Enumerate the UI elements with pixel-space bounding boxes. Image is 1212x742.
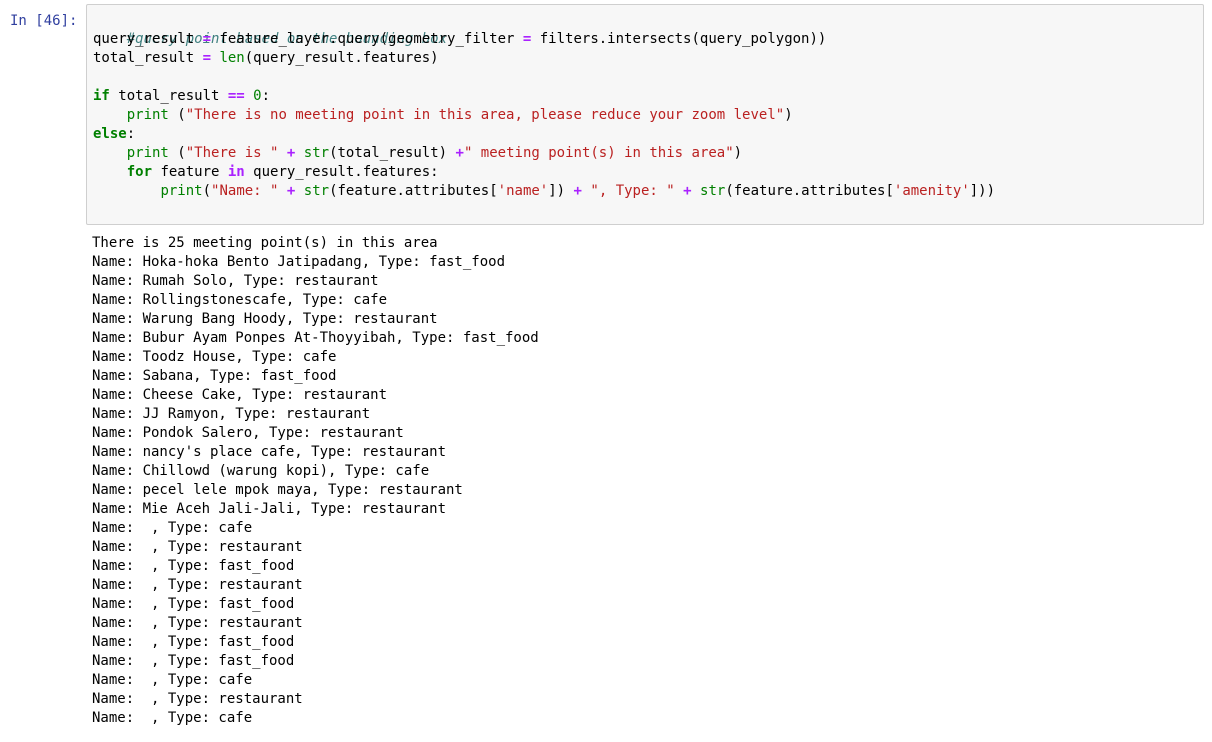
code-line-6: print ("There is no meeting point in thi…: [93, 106, 1203, 125]
output-line: Name: Bubur Ayam Ponpes At-Thoyyibah, Ty…: [92, 330, 539, 346]
output-line: Name: Hoka-hoka Bento Jatipadang, Type: …: [92, 254, 506, 270]
output-line: Name: , Type: fast_food: [92, 596, 295, 612]
output-line: Name: , Type: restaurant: [92, 577, 303, 593]
output-line: Name: , Type: restaurant: [92, 615, 303, 631]
code-token: (query_result.features): [244, 50, 439, 66]
code-line-4-blank: [93, 68, 1203, 87]
output-line: Name: , Type: restaurant: [92, 691, 303, 707]
output-line: Name: Toodz House, Type: cafe: [92, 349, 337, 365]
code-string: ", Type: ": [590, 183, 675, 199]
code-line-8: print ("There is " + str(total_result) +…: [93, 144, 1203, 163]
output-line: Name: Warung Bang Hoody, Type: restauran…: [92, 311, 438, 327]
code-line-5: if total_result == 0:: [93, 87, 1203, 106]
code-line-1: #query point based on the bounding box: [93, 11, 1203, 47]
code-token: (feature.attributes[: [329, 183, 498, 199]
output-line: Name: Sabana, Type: fast_food: [92, 368, 337, 384]
output-line: Name: Rumah Solo, Type: restaurant: [92, 273, 379, 289]
output-line: Name: , Type: cafe: [92, 520, 253, 536]
code-token: query_result: [93, 31, 195, 47]
code-string: 'name': [497, 183, 549, 199]
code-line-3: total_result = len(query_result.features…: [93, 49, 1203, 68]
code-operator: +: [573, 183, 582, 199]
code-string: 'amenity': [893, 183, 970, 199]
code-token: feature_layer.query(geometry_filter: [219, 31, 523, 47]
code-string: "Name: ": [211, 183, 279, 199]
code-token: (total_result): [329, 145, 456, 161]
code-token: ): [733, 145, 743, 161]
code-operator: in: [227, 164, 245, 180]
code-builtin: print: [126, 107, 169, 123]
code-token: (: [168, 107, 186, 123]
input-prompt: In [46]:: [10, 13, 78, 29]
code-builtin: str: [303, 145, 330, 161]
output-line: Name: Pondok Salero, Type: restaurant: [92, 425, 404, 441]
code-builtin: print: [126, 145, 169, 161]
code-line-2: query_result = feature_layer.query(geome…: [93, 30, 1203, 49]
code-token: ): [784, 107, 793, 123]
code-token: filters.intersects(query_polygon)): [531, 31, 827, 47]
code-token: query_result.features:: [244, 164, 439, 180]
code-builtin: str: [303, 183, 330, 199]
code-builtin: str: [700, 183, 726, 199]
output-line: Name: Chillowd (warung kopi), Type: cafe: [92, 463, 430, 479]
output-line: Name: Cheese Cake, Type: restaurant: [92, 387, 388, 403]
code-token: total_result: [109, 88, 228, 104]
code-keyword: else: [93, 126, 127, 142]
output-line: There is 25 meeting point(s) in this are…: [92, 235, 438, 251]
code-line-9: for feature in query_result.features:: [93, 163, 1203, 182]
code-line-7: else:: [93, 125, 1203, 144]
code-keyword: for: [126, 164, 153, 180]
output-line: Name: , Type: fast_food: [92, 558, 295, 574]
code-builtin: len: [219, 50, 245, 66]
code-operator: =: [202, 50, 212, 66]
output-line: Name: , Type: cafe: [92, 710, 253, 726]
code-string: "There is no meeting point in this area,…: [185, 107, 785, 123]
code-token: :: [126, 126, 136, 142]
code-token: (feature.attributes[: [725, 183, 894, 199]
output-line: Name: JJ Ramyon, Type: restaurant: [92, 406, 371, 422]
code-token: feature: [152, 164, 228, 180]
code-line-10: print("Name: " + str(feature.attributes[…: [93, 182, 1203, 201]
code-builtin: print: [160, 183, 203, 199]
code-token: ])): [969, 183, 996, 199]
code-operator: +: [683, 183, 692, 199]
code-operator: ==: [227, 88, 245, 104]
output-line: Name: , Type: cafe: [92, 672, 253, 688]
code-operator: =: [194, 31, 220, 47]
output-line: Name: Mie Aceh Jali-Jali, Type: restaura…: [92, 501, 447, 517]
code-token: (: [202, 183, 212, 199]
code-string: "There is ": [185, 145, 279, 161]
code-input-area[interactable]: #query point based on the bounding box q…: [86, 4, 1204, 225]
code-token: total_result: [93, 50, 203, 66]
output-line: Name: , Type: fast_food: [92, 653, 295, 669]
output-line: Name: pecel lele mpok maya, Type: restau…: [92, 482, 463, 498]
output-line: Name: , Type: restaurant: [92, 539, 303, 555]
code-keyword: if: [93, 88, 110, 104]
output-line: Name: , Type: fast_food: [92, 634, 295, 650]
code-number: 0: [253, 88, 262, 104]
output-line: Name: Rollingstonescafe, Type: cafe: [92, 292, 388, 308]
code-operator: +: [455, 145, 464, 161]
code-string: " meeting point(s) in this area": [463, 145, 734, 161]
output-line: Name: nancy's place cafe, Type: restaura…: [92, 444, 447, 460]
code-token: ]): [548, 183, 574, 199]
code-token: (: [168, 145, 186, 161]
code-token: :: [261, 88, 271, 104]
cell-output-area: There is 25 meeting point(s) in this are…: [92, 234, 1202, 728]
